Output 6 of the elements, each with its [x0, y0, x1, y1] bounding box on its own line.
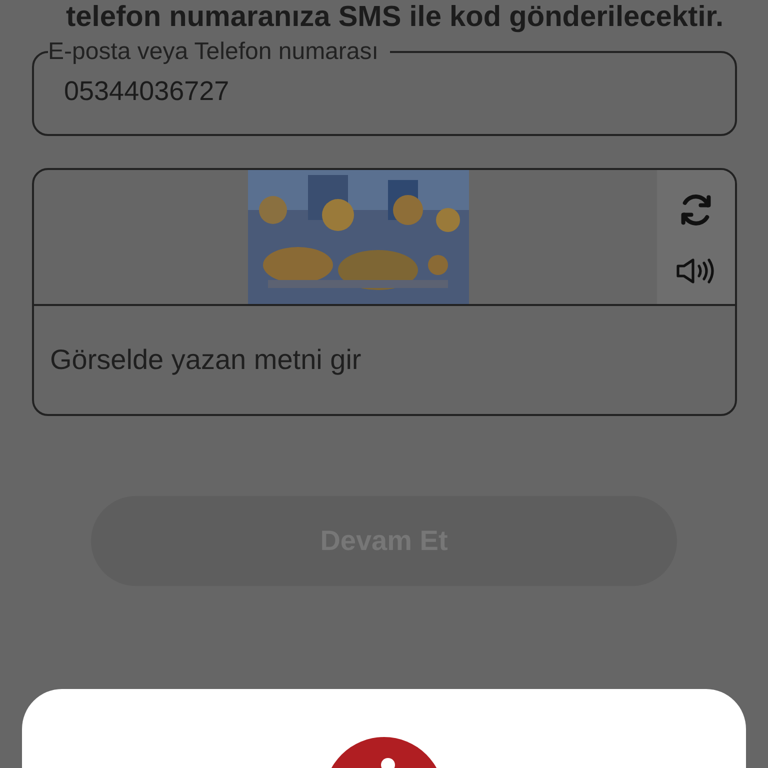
contact-input[interactable]: 05344036727	[64, 76, 664, 107]
contact-input-field[interactable]: E-posta veya Telefon numarası 05344036727	[32, 40, 737, 136]
captcha-answer-field[interactable]: Görselde yazan metni gir	[34, 306, 735, 414]
captcha-answer-input[interactable]: Görselde yazan metni gir	[50, 344, 719, 376]
speaker-icon[interactable]	[676, 258, 716, 284]
instruction-text: telefon numaranıza SMS ile kod gönderilecektir.	[66, 0, 724, 34]
